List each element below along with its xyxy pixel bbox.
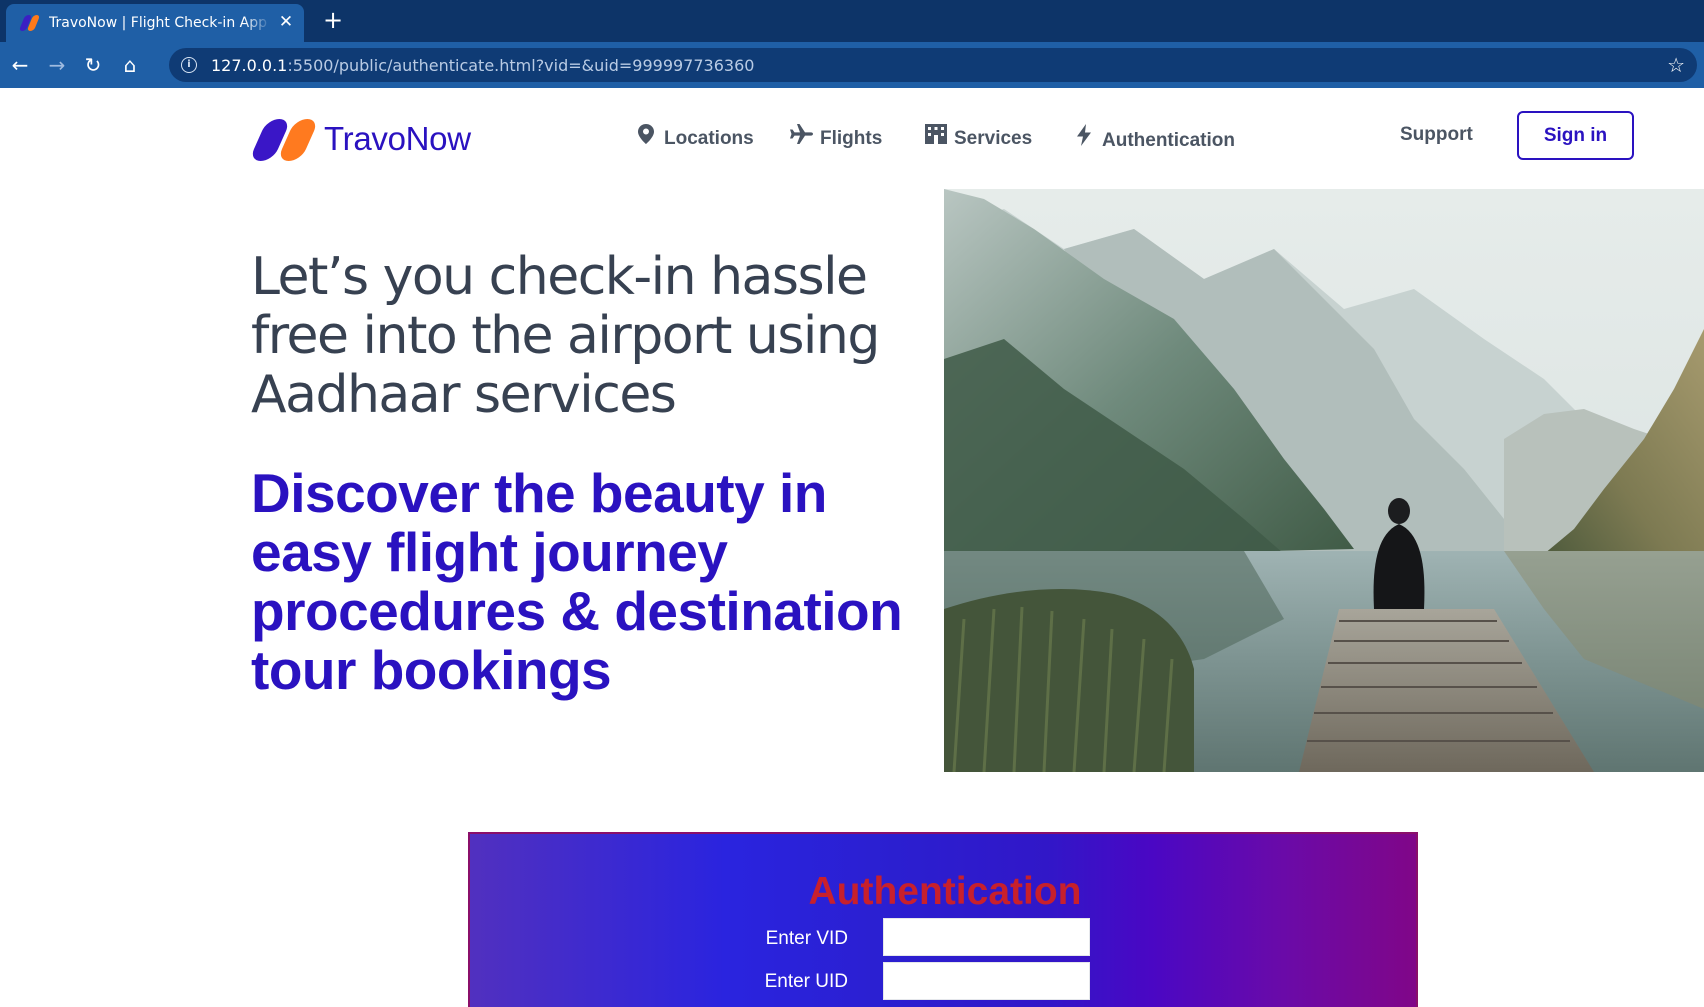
- forward-arrow-icon[interactable]: →: [44, 52, 70, 78]
- logo-mark-icon: [248, 119, 320, 161]
- back-arrow-icon[interactable]: ←: [7, 52, 33, 78]
- authentication-panel: Authentication Enter VID Enter UID: [468, 832, 1418, 1007]
- uid-label: Enter UID: [764, 971, 848, 992]
- auth-title: Authentication: [808, 870, 1082, 913]
- nav-locations[interactable]: Locations: [634, 124, 754, 152]
- tab-title: TravoNow | Flight Check-in App & Tour Bo…: [49, 15, 271, 31]
- airplane-icon: [790, 124, 814, 150]
- support-link[interactable]: Support: [1400, 124, 1473, 146]
- hero-subtitle: Discover the beauty in easy flight journ…: [251, 462, 903, 701]
- browser-tab[interactable]: TravoNow | Flight Check-in App & Tour Bo…: [6, 4, 304, 42]
- bookmark-star-icon[interactable]: ☆: [1667, 53, 1685, 77]
- building-icon: [924, 124, 948, 150]
- new-tab-icon[interactable]: +: [320, 7, 346, 33]
- reload-icon[interactable]: ↻: [80, 52, 106, 78]
- web-page: TravoNow Locations Flights Services Auth…: [0, 88, 1704, 1007]
- vid-input[interactable]: [883, 918, 1090, 956]
- nav-services[interactable]: Services: [924, 124, 1032, 152]
- address-bar[interactable]: i 127.0.0.1:5500/public/authenticate.htm…: [169, 48, 1697, 82]
- browser-toolbar: ← → ↻ ⌂ i 127.0.0.1:5500/public/authenti…: [0, 42, 1704, 88]
- brand-name: TravoNow: [324, 120, 471, 157]
- nav-authentication[interactable]: Authentication: [1072, 124, 1235, 152]
- map-pin-icon: [634, 124, 658, 150]
- nav-flights[interactable]: Flights: [790, 124, 882, 152]
- favicon-icon: [18, 15, 41, 31]
- hero-title: Let’s you check-in hassle free into the …: [251, 247, 880, 425]
- close-tab-icon[interactable]: ✕: [276, 12, 296, 32]
- lightning-icon: [1072, 124, 1096, 152]
- sign-in-button[interactable]: Sign in: [1517, 111, 1634, 160]
- uid-input[interactable]: [883, 962, 1090, 1000]
- url-text[interactable]: 127.0.0.1:5500/public/authenticate.html?…: [211, 56, 754, 75]
- browser-tab-strip: TravoNow | Flight Check-in App & Tour Bo…: [0, 0, 1704, 42]
- hero-landscape-image: [944, 189, 1704, 772]
- vid-label: Enter VID: [765, 928, 848, 949]
- site-info-icon[interactable]: i: [181, 57, 197, 73]
- home-icon[interactable]: ⌂: [117, 52, 143, 78]
